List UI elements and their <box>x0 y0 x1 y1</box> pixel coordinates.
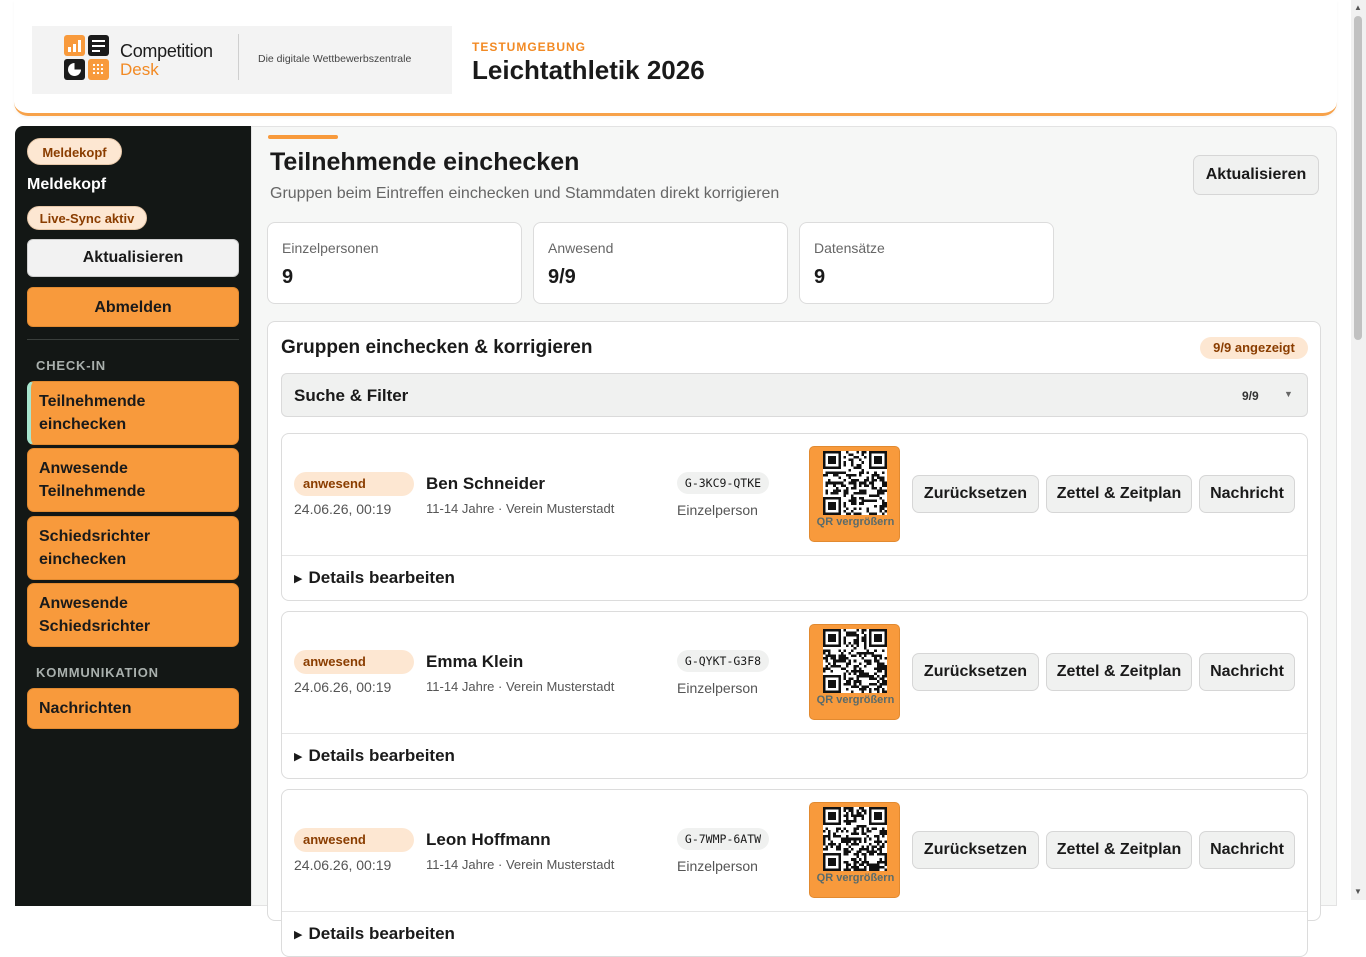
shown-count-badge: 9/9 angezeigt <box>1200 337 1308 359</box>
message-button[interactable]: Nachricht <box>1199 831 1295 869</box>
checkin-time: 24.06.26, 00:19 <box>294 501 392 517</box>
group-code: G-QYKT-G3F8 <box>677 650 769 672</box>
status-badge: anwesend <box>294 650 414 674</box>
details-label: Details bearbeiten <box>308 746 455 765</box>
stat-value: 9 <box>282 266 294 288</box>
qr-code-icon <box>823 629 887 693</box>
live-sync-badge: Live-Sync aktiv <box>27 206 147 230</box>
card-divider <box>282 733 1307 734</box>
reset-button[interactable]: Zurücksetzen <box>912 831 1039 869</box>
title-accent-bar <box>268 135 338 139</box>
details-label: Details bearbeiten <box>308 924 455 943</box>
logo: Competition Desk Die digitale Wettbewerb… <box>32 26 452 94</box>
qr-enlarge-button[interactable]: QR vergrößern <box>809 624 900 720</box>
qr-enlarge-button[interactable]: QR vergrößern <box>809 802 900 898</box>
participant-type: Einzelperson <box>677 858 758 874</box>
checkin-time: 24.06.26, 00:19 <box>294 679 392 695</box>
page-subtitle: Gruppen beim Eintreffen einchecken und S… <box>270 185 780 202</box>
logo-name-line2: Desk <box>120 60 159 79</box>
sidebar-item-schiedsrichter-einchecken[interactable]: Schiedsrichter einchecken <box>27 516 239 580</box>
triangle-right-icon: ▶ <box>294 573 303 585</box>
scroll-up-icon[interactable]: ▲ <box>1354 3 1362 12</box>
schedule-button[interactable]: Zettel & Zeitplan <box>1046 831 1192 869</box>
card-divider <box>282 555 1307 556</box>
environment-label: TESTUMGEBUNG <box>472 40 586 54</box>
status-badge: anwesend <box>294 472 414 496</box>
search-filter-toggle[interactable]: Suche & Filter 9/9 ▼ <box>281 373 1308 417</box>
page-title: Teilnehmende einchecken <box>270 148 580 176</box>
sidebar-item-anwesende-teilnehmende[interactable]: Anwesende Teilnehmende <box>27 448 239 512</box>
panel-title: Gruppen einchecken & korrigieren <box>281 337 593 358</box>
reset-button[interactable]: Zurücksetzen <box>912 475 1039 513</box>
triangle-right-icon: ▶ <box>294 929 303 941</box>
groups-panel: Gruppen einchecken & korrigieren 9/9 ang… <box>267 321 1321 957</box>
role-badge: Meldekopf <box>27 138 122 165</box>
group-code: G-3KC9-QTKE <box>677 472 769 494</box>
reset-button[interactable]: Zurücksetzen <box>912 653 1039 691</box>
refresh-button[interactable]: Aktualisieren <box>1193 155 1319 195</box>
schedule-button[interactable]: Zettel & Zeitplan <box>1046 475 1192 513</box>
qr-code-icon <box>823 451 887 515</box>
scroll-thumb[interactable] <box>1354 16 1362 340</box>
participant-meta: 11-14 Jahre · Verein Musterstadt <box>426 501 615 516</box>
schedule-button[interactable]: Zettel & Zeitplan <box>1046 653 1192 691</box>
participant-card: anwesend 24.06.26, 00:19 Leon Hoffmann 1… <box>281 789 1308 957</box>
participant-meta: 11-14 Jahre · Verein Musterstadt <box>426 679 615 694</box>
page-scrollbar[interactable]: ▲ ▼ <box>1351 0 1366 900</box>
sidebar-item-anwesende-schiedsrichter[interactable]: Anwesende Schiedsrichter <box>27 583 239 647</box>
details-toggle[interactable]: ▶ Details bearbeiten <box>294 568 455 588</box>
card-divider <box>282 911 1307 912</box>
participant-meta: 11-14 Jahre · Verein Musterstadt <box>426 857 615 872</box>
stat-label: Einzelpersonen <box>282 240 379 256</box>
stat-card-einzelpersonen: Einzelpersonen 9 <box>267 222 522 304</box>
stat-value: 9 <box>814 266 826 288</box>
participant-name: Emma Klein <box>426 652 524 671</box>
group-code: G-7WMP-6ATW <box>677 828 769 850</box>
participant-card: anwesend 24.06.26, 00:19 Emma Klein 11-1… <box>281 611 1308 779</box>
stat-label: Anwesend <box>548 240 614 256</box>
checkin-time: 24.06.26, 00:19 <box>294 857 392 873</box>
qr-code-icon <box>823 807 887 871</box>
qr-enlarge-button[interactable]: QR vergrößern <box>809 446 900 542</box>
logout-button[interactable]: Abmelden <box>27 287 239 327</box>
qr-enlarge-label: QR vergrößern <box>816 872 895 884</box>
main-content: Teilnehmende einchecken Gruppen beim Ein… <box>251 126 1337 957</box>
logo-name-line1: Competition <box>120 41 213 61</box>
sidebar-refresh-button[interactable]: Aktualisieren <box>27 239 239 277</box>
filter-count: 9/9 <box>1242 389 1259 403</box>
stat-value: 9/9 <box>548 266 576 288</box>
triangle-right-icon: ▶ <box>294 751 303 763</box>
participant-type: Einzelperson <box>677 680 758 696</box>
sidebar-section-checkin: CHECK-IN <box>36 358 106 373</box>
participant-card: anwesend 24.06.26, 00:19 Ben Schneider 1… <box>281 433 1308 601</box>
stat-card-anwesend: Anwesend 9/9 <box>533 222 788 304</box>
qr-enlarge-label: QR vergrößern <box>816 694 895 706</box>
message-button[interactable]: Nachricht <box>1199 653 1295 691</box>
logo-icon <box>64 35 110 81</box>
user-name: Meldekopf <box>27 176 107 193</box>
sidebar-divider <box>27 339 239 340</box>
sidebar-item-nachrichten[interactable]: Nachrichten <box>27 688 239 729</box>
logo-tagline: Die digitale Wettbewerbszentrale <box>258 53 412 65</box>
stat-card-datensaetze: Datensätze 9 <box>799 222 1054 304</box>
participant-name: Ben Schneider <box>426 474 546 493</box>
status-badge: anwesend <box>294 828 414 852</box>
sidebar-item-teilnehmende-einchecken[interactable]: Teilnehmende einchecken <box>27 381 239 445</box>
app-header: Competition Desk Die digitale Wettbewerb… <box>14 0 1337 116</box>
details-label: Details bearbeiten <box>308 568 455 587</box>
event-title: Leichtathletik 2026 <box>472 55 705 85</box>
stat-label: Datensätze <box>814 240 885 256</box>
message-button[interactable]: Nachricht <box>1199 475 1295 513</box>
details-toggle[interactable]: ▶ Details bearbeiten <box>294 746 455 766</box>
sidebar: Meldekopf Meldekopf Live-Sync aktiv Aktu… <box>15 126 251 906</box>
sidebar-section-kommunikation: KOMMUNIKATION <box>36 665 159 680</box>
details-toggle[interactable]: ▶ Details bearbeiten <box>294 924 455 944</box>
filter-label: Suche & Filter <box>294 386 409 405</box>
scroll-down-icon[interactable]: ▼ <box>1354 887 1362 896</box>
participant-name: Leon Hoffmann <box>426 830 551 849</box>
qr-enlarge-label: QR vergrößern <box>816 516 895 528</box>
caret-down-icon: ▼ <box>1284 389 1293 399</box>
logo-divider <box>238 34 239 80</box>
participant-type: Einzelperson <box>677 502 758 518</box>
